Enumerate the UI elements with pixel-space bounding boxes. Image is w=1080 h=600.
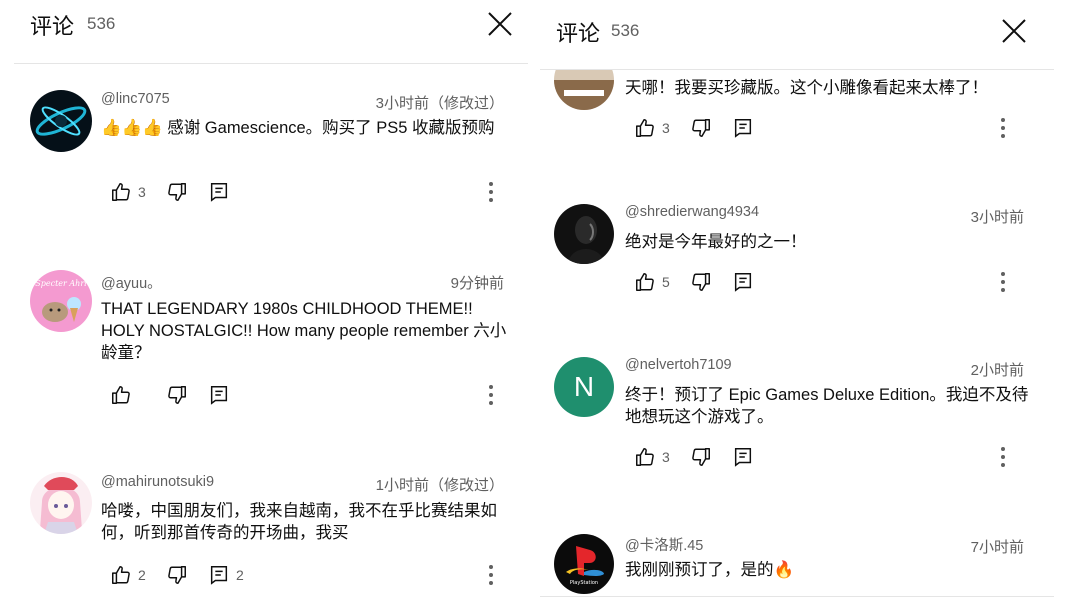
comment-time: 3小时前（修改过）: [375, 95, 504, 112]
comment-time: 1小时前（修改过）: [375, 477, 504, 494]
comments-title: 评论: [556, 22, 601, 47]
reply-icon: [210, 386, 228, 405]
like-count: 3: [138, 184, 146, 200]
dislike-button[interactable]: [690, 446, 712, 468]
avatar[interactable]: PlayStation: [554, 534, 614, 594]
comment-author[interactable]: @linc7075: [101, 91, 170, 107]
comment-text: 👍👍👍 感谢 Gamescience。购买了 PS5 收藏版预购: [101, 119, 495, 137]
comment-actions: 3: [634, 116, 788, 140]
like-button[interactable]: 3: [634, 446, 670, 468]
thumb-up-icon: [112, 183, 130, 201]
comment-author[interactable]: @nelvertoh7109: [625, 357, 732, 373]
more-options-icon[interactable]: [488, 385, 494, 407]
like-button[interactable]: 3: [634, 117, 670, 139]
comment-text: 绝对是今年最好的之一！: [625, 233, 807, 251]
comment-text: 哈喽，中国朋友们，我来自越南，我不在乎比赛结果如何，听到那首传奇的开场曲，我买: [101, 502, 497, 542]
comment-actions: 3: [634, 445, 788, 469]
dislike-button[interactable]: [166, 181, 188, 203]
comment-actions: 3: [110, 180, 264, 204]
dislike-button[interactable]: [166, 384, 188, 406]
comment-item: @shredierwang4934 3小时前 绝对是今年最好的之一！ 5: [540, 202, 1054, 322]
comment-text: 终于！预订了 Epic Games Deluxe Edition。我迫不及待地想…: [625, 386, 1029, 426]
avatar[interactable]: N: [554, 357, 614, 417]
comment-time: 2小时前: [970, 362, 1024, 379]
thumb-up-icon: [636, 119, 654, 137]
thumb-down-icon: [168, 183, 186, 201]
comment-time: 3小时前: [970, 209, 1024, 226]
comments-panel-right: 天哪！我要买珍藏版。这个小雕像看起来太棒了！ 3 @shredierwang49…: [540, 0, 1054, 600]
comment-author[interactable]: @mahirunotsuki9: [101, 474, 214, 490]
reply-icon: [734, 448, 752, 467]
thumb-up-icon: [112, 386, 130, 404]
svg-text:Specter Ahri: Specter Ahri: [35, 279, 87, 288]
like-count: 5: [662, 274, 670, 290]
more-options-icon[interactable]: [488, 565, 494, 587]
comment-actions: [110, 383, 264, 407]
reply-button[interactable]: 2: [208, 564, 244, 586]
reply-count: 2: [236, 567, 244, 583]
comments-panel-left: 评论 536 @linc7075 3小时前（修改过） 👍👍👍 感谢 Gamesc…: [14, 0, 528, 600]
comment-author[interactable]: @shredierwang4934: [625, 204, 759, 220]
thumb-up-icon: [112, 566, 130, 584]
avatar[interactable]: [30, 90, 92, 152]
avatar[interactable]: [30, 472, 92, 534]
comments-header: 评论 536: [540, 0, 1054, 70]
comment-item: @linc7075 3小时前（修改过） 👍👍👍 感谢 Gamescience。购…: [14, 88, 528, 228]
avatar-brand-text: PlayStation: [570, 580, 598, 586]
comment-time: 7小时前: [970, 539, 1024, 556]
like-button[interactable]: 2: [110, 564, 146, 586]
comment-item: PlayStation @卡洛斯.45 7小时前 我刚刚预订了，是的🔥: [540, 532, 1054, 600]
reply-icon: [734, 119, 752, 138]
more-options-icon[interactable]: [488, 182, 494, 204]
dislike-button[interactable]: [690, 117, 712, 139]
comment-actions: 5: [634, 270, 788, 294]
more-options-icon[interactable]: [1000, 447, 1006, 469]
reply-icon: [210, 566, 228, 585]
comment-author[interactable]: @卡洛斯.45: [625, 534, 703, 555]
like-button[interactable]: 5: [634, 271, 670, 293]
avatar[interactable]: Specter Ahri: [30, 270, 92, 332]
reply-button[interactable]: [208, 181, 244, 203]
comment-item: @mahirunotsuki9 1小时前（修改过） 哈喽，中国朋友们，我来自越南…: [14, 470, 528, 600]
comments-header: 评论 536: [14, 0, 528, 64]
dislike-button[interactable]: [690, 271, 712, 293]
comment-text: 天哪！我要买珍藏版。这个小雕像看起来太棒了！: [625, 79, 988, 97]
close-icon[interactable]: [486, 10, 514, 38]
comment-author[interactable]: @ayuu。: [101, 272, 162, 293]
more-options-icon[interactable]: [1000, 272, 1006, 294]
like-button[interactable]: [110, 384, 146, 406]
comment-text: 我刚刚预订了，是的🔥: [625, 561, 795, 579]
comments-count: 536: [611, 21, 640, 40]
comment-item: Specter Ahri @ayuu。 9分钟前 THAT LEGENDARY …: [14, 268, 528, 428]
avatar[interactable]: [554, 204, 614, 264]
close-icon[interactable]: [1000, 17, 1028, 45]
comment-item: N @nelvertoh7109 2小时前 终于！预订了 Epic Games …: [540, 355, 1054, 495]
comment-actions: 2 2: [110, 563, 264, 587]
thumb-down-icon: [692, 119, 710, 137]
comment-time: 9分钟前: [450, 275, 504, 292]
dislike-button[interactable]: [166, 564, 188, 586]
thumb-down-icon: [692, 273, 710, 291]
like-count: 3: [662, 120, 670, 136]
comments-title: 评论: [30, 15, 75, 40]
like-button[interactable]: 3: [110, 181, 146, 203]
like-count: 2: [138, 567, 146, 583]
comment-text: THAT LEGENDARY 1980s CHILDHOOD THEME!! H…: [101, 300, 507, 362]
reply-button[interactable]: [732, 117, 768, 139]
comments-count: 536: [87, 14, 116, 33]
avatar-letter: N: [573, 371, 595, 402]
reply-button[interactable]: [732, 446, 768, 468]
thumb-up-icon: [636, 273, 654, 291]
thumb-up-icon: [636, 448, 654, 466]
thumb-down-icon: [168, 386, 186, 404]
reply-icon: [210, 183, 228, 202]
thumb-down-icon: [168, 566, 186, 584]
reply-button[interactable]: [732, 271, 768, 293]
bottom-divider: [540, 596, 1054, 597]
reply-button[interactable]: [208, 384, 244, 406]
more-options-icon[interactable]: [1000, 118, 1006, 140]
thumb-down-icon: [692, 448, 710, 466]
reply-icon: [734, 273, 752, 292]
like-count: 3: [662, 449, 670, 465]
